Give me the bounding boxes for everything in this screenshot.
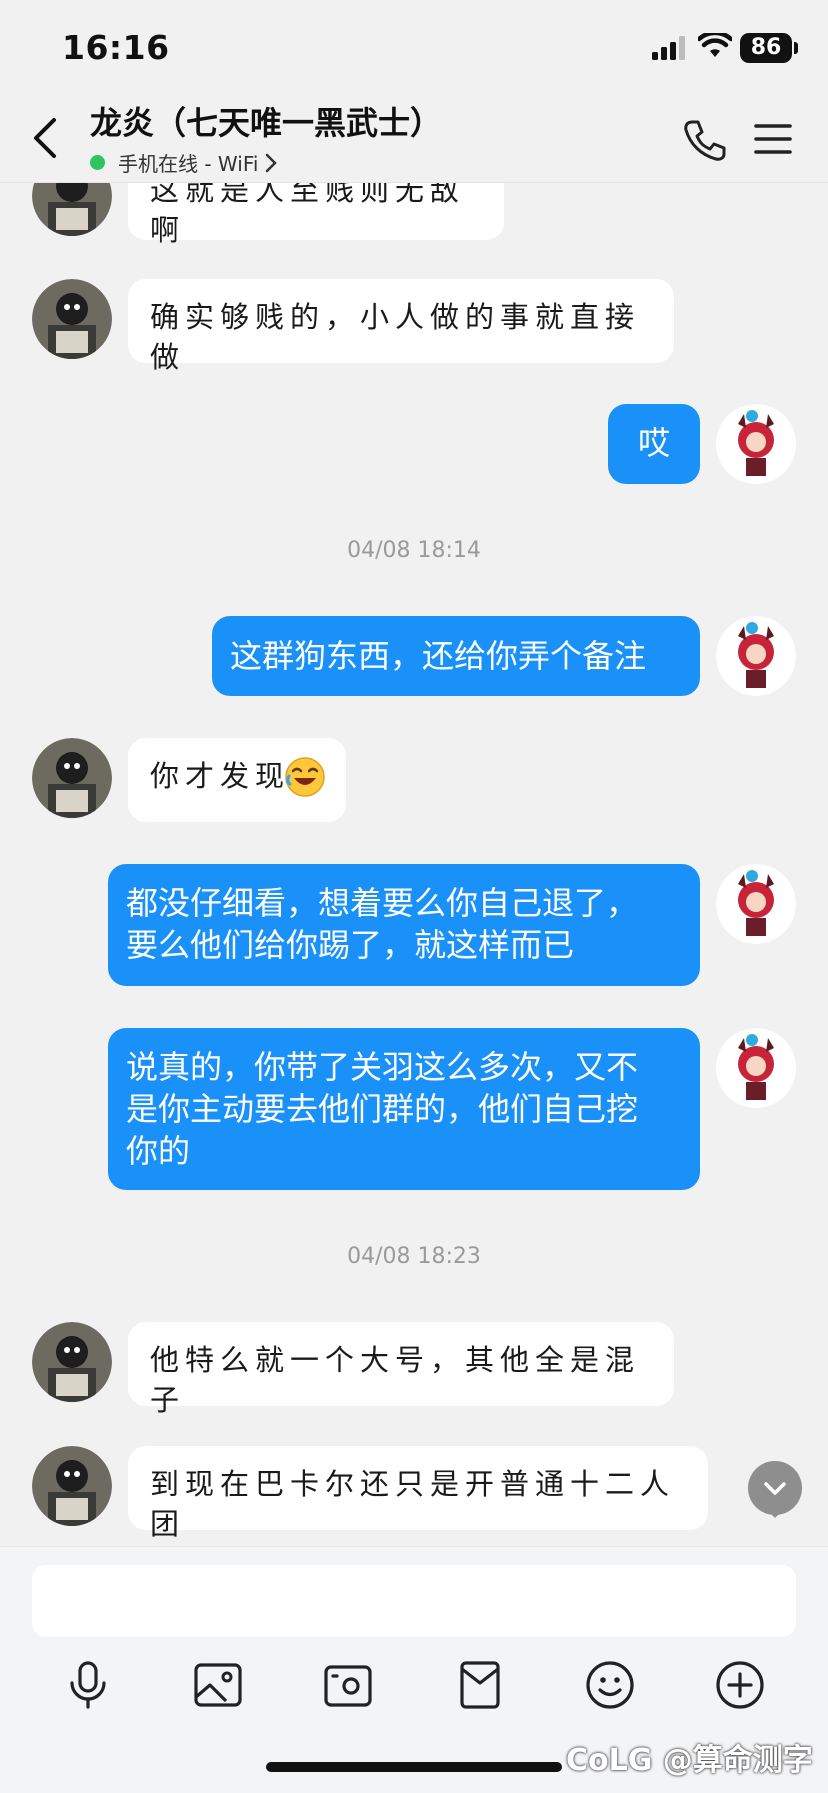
plus-icon[interactable] (712, 1657, 768, 1713)
menu-icon[interactable] (752, 120, 794, 158)
red-packet-icon[interactable] (452, 1657, 508, 1713)
phone-icon[interactable] (682, 118, 726, 162)
camera-icon[interactable] (320, 1657, 376, 1713)
self-avatar[interactable] (716, 616, 796, 696)
incoming-message[interactable]: 到现在巴卡尔还只是开普通十二人团 (128, 1446, 708, 1541)
laughing-tears-emoji (285, 757, 325, 797)
self-avatar[interactable] (716, 864, 796, 944)
message-text: 他特么就一个大号，其他全是混子 (150, 1343, 641, 1417)
online-dot-icon (90, 155, 105, 170)
contact-avatar[interactable] (32, 1446, 112, 1526)
message-input[interactable] (32, 1565, 796, 1637)
scroll-button-tail (765, 1508, 785, 1518)
incoming-message[interactable]: 确实够贱的，小人做的事就直接做 (128, 279, 674, 374)
image-icon[interactable] (190, 1657, 246, 1713)
outgoing-message[interactable]: 哎 (608, 404, 700, 484)
outgoing-message[interactable]: 都没仔细看，想着要么你自己退了， 要么他们给你踢了，就这样而已 (108, 864, 700, 986)
contact-avatar[interactable] (32, 1322, 112, 1402)
message-text-line: 你的 (126, 1132, 191, 1170)
outgoing-message[interactable]: 这群狗东西，还给你弄个备注 (212, 616, 700, 696)
online-status[interactable]: 手机在线 - WiFi (90, 148, 278, 177)
cellular-signal-icon (652, 36, 685, 60)
contact-avatar[interactable] (32, 279, 112, 359)
status-time: 16:16 (62, 28, 170, 67)
watermark: CoLG @算命测字 (566, 1743, 813, 1778)
chat-header: 龙炎（七天唯一黑武士） 手机在线 - WiFi (0, 90, 828, 183)
online-status-text: 手机在线 - WiFi (118, 152, 259, 176)
wifi-icon (698, 33, 732, 57)
chevron-right-icon (266, 153, 278, 172)
message-text-line: 要么他们给你踢了，就这样而已 (126, 926, 575, 964)
chat-title[interactable]: 龙炎（七天唯一黑武士） (90, 98, 442, 144)
chat-timestamp: 04/08 18:23 (347, 1244, 481, 1269)
message-text: 这群狗东西，还给你弄个备注 (230, 637, 647, 675)
back-icon[interactable] (28, 116, 68, 160)
message-text-line: 是你主动要去他们群的，他们自己挖 (126, 1090, 639, 1128)
message-text: 哎 (637, 424, 670, 462)
chevron-down-icon (764, 1482, 786, 1495)
battery-level: 86 (740, 33, 792, 63)
self-avatar[interactable] (716, 404, 796, 484)
incoming-message[interactable]: 他特么就一个大号，其他全是混子 (128, 1322, 674, 1417)
incoming-message[interactable]: 你才发现 (128, 738, 346, 822)
chat-timestamp: 04/08 18:14 (347, 538, 481, 563)
contact-avatar[interactable] (32, 738, 112, 818)
message-text: 这就是人至贱则无敌啊 (150, 173, 466, 247)
message-text: 确实够贱的，小人做的事就直接做 (150, 300, 641, 374)
status-bar: 16:16 86 (0, 0, 828, 90)
message-text: 到现在巴卡尔还只是开普通十二人团 (150, 1467, 676, 1541)
home-indicator[interactable] (266, 1762, 562, 1772)
scroll-to-bottom-button[interactable] (748, 1461, 802, 1515)
message-text: 你才发现 (150, 759, 291, 793)
battery-tip (794, 42, 798, 54)
outgoing-message[interactable]: 说真的，你带了关羽这么多次，又不 是你主动要去他们群的，他们自己挖 你的 (108, 1028, 700, 1190)
message-text-line: 都没仔细看，想着要么你自己退了， (126, 884, 639, 922)
emoji-icon[interactable] (582, 1657, 638, 1713)
message-text-line: 说真的，你带了关羽这么多次，又不 (126, 1048, 639, 1086)
microphone-icon[interactable] (60, 1657, 116, 1713)
self-avatar[interactable] (716, 1028, 796, 1108)
